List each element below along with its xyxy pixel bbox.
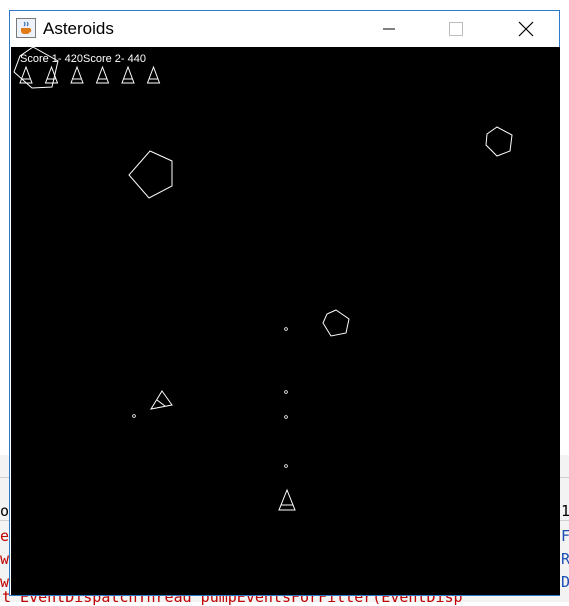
java-cup-icon	[16, 18, 36, 38]
score-display: Score 1- 420Score 2- 440	[20, 53, 146, 65]
window-title: Asteroids	[43, 19, 114, 38]
life-ship-icon	[95, 65, 110, 84]
asteroid	[485, 126, 513, 157]
life-ship-icon	[146, 65, 161, 84]
minimize-button[interactable]	[366, 11, 412, 47]
asteroid	[322, 309, 350, 337]
bullet	[284, 464, 288, 468]
background-text-fragment: 1	[561, 502, 569, 520]
bullet	[284, 327, 288, 331]
close-icon	[518, 21, 534, 37]
background-text-fragment: F	[561, 527, 569, 545]
background-text-fragment: e	[0, 527, 10, 545]
bullet	[132, 414, 136, 418]
player-ship	[278, 488, 296, 511]
maximize-icon	[449, 22, 463, 36]
game-field	[13, 47, 513, 511]
game-canvas[interactable]: Score 1- 420Score 2- 440	[11, 47, 560, 595]
enemy-ship-detail	[156, 399, 166, 407]
background-text-fragment: D	[561, 573, 569, 591]
life-ship-icon	[19, 65, 33, 84]
score-1: Score 1- 420	[20, 53, 83, 65]
asteroid	[128, 150, 173, 199]
asteroids-window: Asteroids Score 1- 420Score 2- 440	[9, 10, 560, 596]
title-bar[interactable]: Asteroids	[10, 11, 559, 47]
score-2: Score 2- 440	[82, 53, 146, 65]
minimize-icon	[383, 28, 395, 30]
bullet	[284, 415, 288, 419]
life-ship-icon	[121, 65, 135, 84]
background-text-fragment: R	[561, 550, 569, 568]
lives-indicator	[19, 65, 161, 84]
life-ship-icon	[70, 65, 84, 84]
maximize-button[interactable]	[432, 11, 478, 47]
background-text-fragment: w	[0, 550, 10, 568]
enemy-ship	[149, 390, 173, 410]
close-button[interactable]	[502, 11, 548, 47]
bullet	[284, 390, 288, 394]
